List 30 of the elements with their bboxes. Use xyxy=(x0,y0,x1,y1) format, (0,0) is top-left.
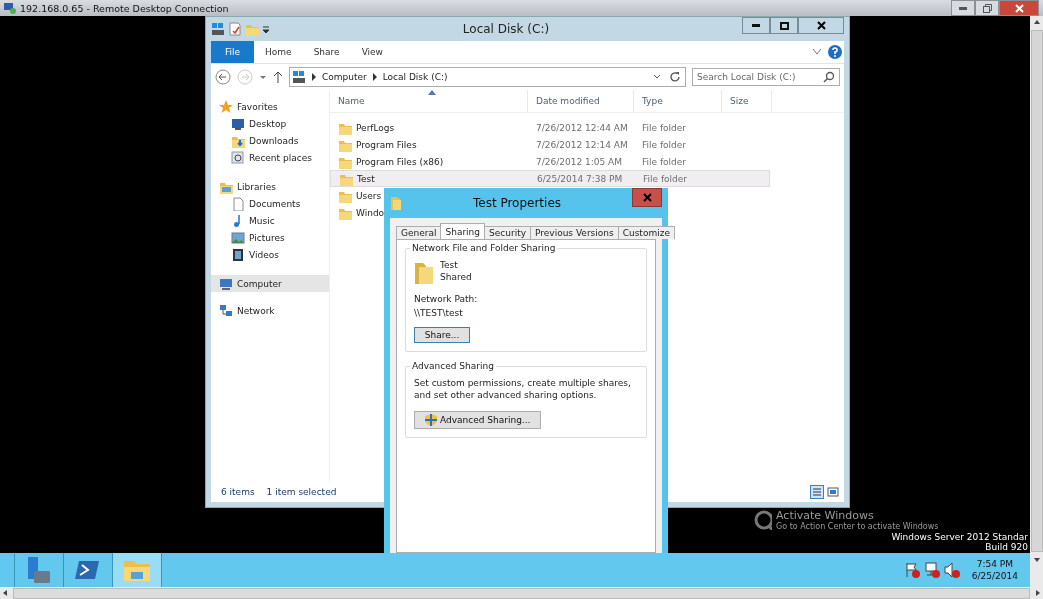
folder-name: Test xyxy=(440,259,459,271)
file-name: Program Files (x86) xyxy=(356,156,444,167)
date-cell-text: 7/26/2012 12:14 AM xyxy=(535,139,629,150)
file-name: Users xyxy=(356,190,382,201)
edition-text: Windows Server 2012 Standar xyxy=(891,532,1028,542)
build-text: Build 920 xyxy=(984,542,1028,552)
type-cell-text: File folder xyxy=(641,122,688,133)
file-name: PerfLogs xyxy=(356,122,395,133)
date-cell-text: 7/26/2012 1:05 AM xyxy=(535,156,623,167)
window-title: Local Disk (C:) xyxy=(461,22,551,36)
field-label: Network Path: xyxy=(414,293,479,305)
file-name: Test xyxy=(357,173,375,184)
file-name: Windo xyxy=(356,207,385,218)
dialog-title: Test Properties xyxy=(471,196,563,210)
type-cell-text: File folder xyxy=(641,139,688,150)
status-text: 1 item selected xyxy=(266,487,337,497)
description: Set custom permissions, create multiple shares, and set other advanced sharing options. xyxy=(414,377,632,401)
group-heading: Advanced Sharing xyxy=(410,361,496,371)
date-cell-text: 7/26/2012 12:44 AM xyxy=(535,122,629,133)
activation-title: Activate Windows xyxy=(776,510,875,522)
network-path: \\TEST\test xyxy=(414,307,464,319)
type-cell-text: File folder xyxy=(641,156,688,167)
group-heading: Network File and Folder Sharing xyxy=(410,243,558,253)
file-name: Program Files xyxy=(356,139,417,150)
window-title: 192.168.0.65 - Remote Desktop Connection xyxy=(20,2,229,14)
activation-hint: Go to Action Center to activate Windows xyxy=(776,522,939,532)
date-cell-text: 6/25/2014 7:38 PM xyxy=(536,173,624,184)
status-text: 6 items xyxy=(221,487,255,497)
share-state: Shared xyxy=(440,271,472,283)
type-cell-text: File folder xyxy=(642,173,689,184)
